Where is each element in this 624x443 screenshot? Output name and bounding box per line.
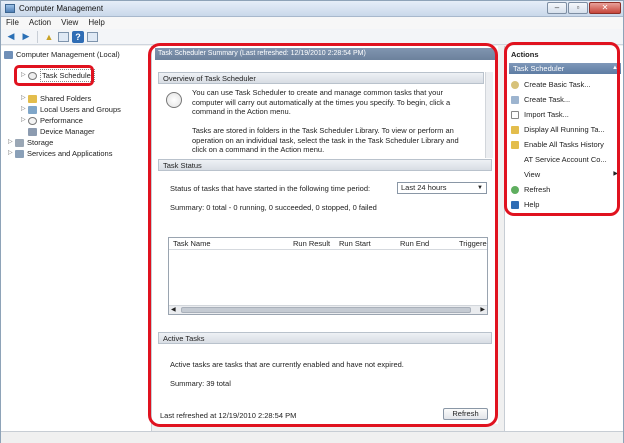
tree-item-storage[interactable]: ▷ Storage xyxy=(8,137,53,148)
menu-file[interactable]: File xyxy=(6,17,19,29)
show-hide-action-pane-icon[interactable] xyxy=(87,31,98,42)
menu-action[interactable]: Action xyxy=(29,17,51,29)
tree-root[interactable]: Computer Management (Local) xyxy=(4,49,120,60)
console-tree: Computer Management (Local) ▷ Task Sched… xyxy=(1,46,152,431)
menu-help[interactable]: Help xyxy=(88,17,104,29)
help-icon[interactable]: ? xyxy=(72,30,84,43)
users-icon xyxy=(28,105,37,114)
expand-arrow-icon[interactable]: ▷ xyxy=(21,93,28,104)
tree-item-device-manager[interactable]: Device Manager xyxy=(21,126,95,137)
tree-item-local-users[interactable]: ▷ Local Users and Groups xyxy=(21,104,121,115)
highlight-ring xyxy=(148,43,498,427)
tree-item-services-apps[interactable]: ▷ Services and Applications xyxy=(8,148,112,159)
app-window: Computer Management – ▫ ✕ File Action Vi… xyxy=(0,0,624,443)
tree-item-label: Performance xyxy=(40,116,83,125)
menu-view[interactable]: View xyxy=(61,17,78,29)
tree-item-performance[interactable]: ▷ Performance xyxy=(21,115,83,126)
tree-root-label: Computer Management (Local) xyxy=(16,50,120,59)
window-title: Computer Management xyxy=(19,4,104,13)
shared-folder-icon xyxy=(28,94,37,103)
toolbar-divider xyxy=(37,30,38,43)
forward-arrow-icon[interactable]: ▶ xyxy=(20,31,32,43)
computer-icon xyxy=(4,50,13,59)
tree-item-label: Device Manager xyxy=(40,127,95,136)
show-hide-tree-icon[interactable] xyxy=(58,31,69,42)
minimize-button[interactable]: – xyxy=(547,2,567,14)
services-icon xyxy=(15,149,24,158)
title-bar: Computer Management – ▫ ✕ xyxy=(1,1,623,17)
tree-item-shared-folders[interactable]: ▷ Shared Folders xyxy=(21,93,91,104)
computer-management-icon xyxy=(5,4,15,13)
highlight-ring xyxy=(14,65,94,86)
tree-item-label: Local Users and Groups xyxy=(40,105,121,114)
storage-icon xyxy=(15,138,24,147)
expand-arrow-icon[interactable]: ▷ xyxy=(21,115,28,126)
tree-item-label: Services and Applications xyxy=(27,149,113,158)
tree-item-label: Storage xyxy=(27,138,54,147)
close-button[interactable]: ✕ xyxy=(589,2,621,14)
back-arrow-icon[interactable]: ◀ xyxy=(5,31,17,43)
up-folder-icon[interactable]: ▲ xyxy=(43,31,55,43)
performance-icon xyxy=(28,116,37,125)
status-bar xyxy=(1,431,623,443)
menu-bar: File Action View Help xyxy=(1,17,623,29)
expand-arrow-icon[interactable]: ▷ xyxy=(8,137,15,148)
expand-arrow-icon[interactable]: ▷ xyxy=(8,148,15,159)
tree-item-label: Shared Folders xyxy=(40,94,92,103)
highlight-ring xyxy=(504,42,620,216)
expand-arrow-icon[interactable]: ▷ xyxy=(21,104,28,115)
maximize-button[interactable]: ▫ xyxy=(568,2,588,14)
device-manager-icon xyxy=(28,127,37,136)
